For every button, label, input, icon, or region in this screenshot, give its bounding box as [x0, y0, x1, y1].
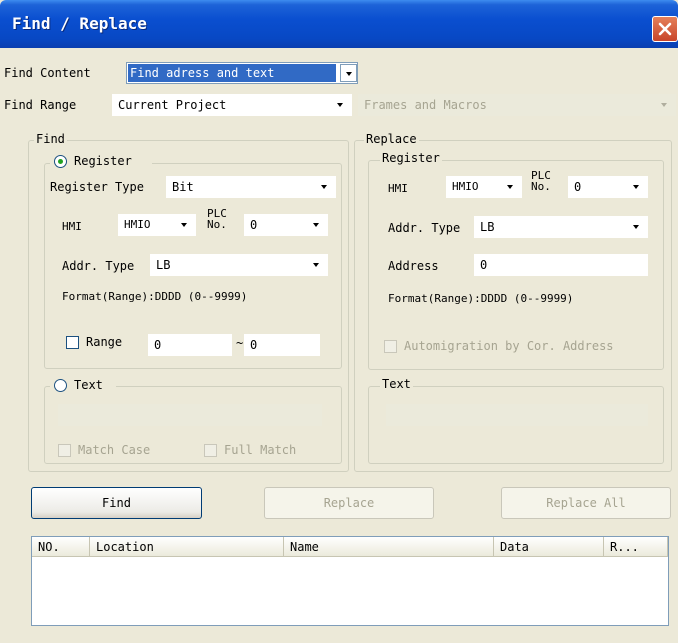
- chevron-down-icon[interactable]: [332, 96, 349, 114]
- range-label: Range: [86, 335, 123, 349]
- column-header-data[interactable]: Data: [494, 537, 604, 557]
- range-to-input[interactable]: 0: [244, 334, 320, 356]
- register-radio[interactable]: [54, 155, 67, 168]
- replace-addr-type-dropdown[interactable]: LB: [474, 216, 648, 238]
- chevron-down-icon[interactable]: [340, 64, 357, 82]
- find-replace-dialog: Find / Replace Find Content Find adress …: [0, 0, 678, 643]
- automigration-checkbox: [384, 340, 397, 353]
- full-match-checkbox: [204, 444, 217, 457]
- close-icon: [658, 22, 672, 36]
- range-separator: ~: [236, 336, 244, 350]
- find-range-label: Find Range: [4, 98, 77, 112]
- replace-format-text: Format(Range):DDDD (0--9999): [388, 292, 574, 305]
- address-label: Address: [388, 259, 439, 273]
- replace-plc-label: PLC No.: [531, 170, 551, 192]
- replace-text-legend: Text: [380, 377, 413, 391]
- replace-plc-label-line2: No.: [531, 180, 551, 193]
- replace-hmi-value: HMIO: [452, 180, 479, 193]
- find-format-text: Format(Range):DDDD (0--9999): [62, 290, 248, 303]
- chevron-down-icon[interactable]: [308, 256, 325, 274]
- replace-register-legend: Register: [380, 151, 442, 165]
- plc-no-value: 0: [250, 218, 258, 232]
- chevron-down-icon[interactable]: [502, 178, 519, 196]
- replace-addr-type-label: Addr. Type: [388, 221, 461, 235]
- chevron-down-icon: [656, 96, 673, 114]
- plc-label: PLC No.: [207, 208, 227, 230]
- chevron-down-icon[interactable]: [308, 216, 325, 234]
- chevron-down-icon[interactable]: [176, 216, 193, 234]
- addr-type-dropdown[interactable]: LB: [150, 254, 328, 276]
- find-scope-dropdown: Frames and Macros: [358, 94, 676, 116]
- replace-plc-no-value: 0: [574, 180, 582, 194]
- replace-plc-no-dropdown[interactable]: 0: [568, 176, 648, 198]
- window-title: Find / Replace: [12, 14, 147, 33]
- register-type-value: Bit: [172, 180, 194, 194]
- replace-text-input: [386, 404, 648, 426]
- register-type-dropdown[interactable]: Bit: [166, 176, 336, 198]
- range-to-value: 0: [250, 338, 258, 352]
- column-header-location[interactable]: Location: [90, 537, 284, 557]
- range-from-input[interactable]: 0: [148, 334, 232, 356]
- replace-addr-type-value: LB: [480, 220, 495, 234]
- replace-group-legend: Replace: [364, 132, 419, 146]
- match-case-label: Match Case: [78, 443, 151, 457]
- find-button[interactable]: Find: [31, 487, 202, 519]
- find-content-value: Find adress and text: [127, 63, 337, 83]
- find-scope-value: Frames and Macros: [364, 98, 487, 112]
- match-case-checkbox: [58, 444, 71, 457]
- address-value: 0: [480, 258, 488, 272]
- find-range-dropdown[interactable]: Current Project: [112, 94, 352, 116]
- find-text-label: Text: [74, 378, 103, 392]
- replace-all-button: Replace All: [501, 487, 671, 519]
- range-from-value: 0: [154, 338, 162, 352]
- automigration-label: Automigration by Cor. Address: [404, 339, 614, 353]
- chevron-down-icon[interactable]: [316, 178, 333, 196]
- find-group-legend: Find: [34, 132, 67, 146]
- results-list[interactable]: NO. Location Name Data R...: [31, 536, 669, 626]
- close-button[interactable]: [652, 16, 678, 42]
- addr-type-label: Addr. Type: [62, 259, 135, 273]
- column-header-r[interactable]: R...: [604, 537, 668, 557]
- find-text-legend: Text: [50, 377, 116, 395]
- find-content-label: Find Content: [4, 66, 91, 80]
- plc-label-line2: No.: [207, 218, 227, 231]
- column-header-name[interactable]: Name: [284, 537, 494, 557]
- replace-hmi-label: HMI: [388, 182, 408, 195]
- find-register-label: Register: [74, 154, 132, 168]
- results-header: NO. Location Name Data R...: [32, 537, 668, 557]
- column-header-no[interactable]: NO.: [32, 537, 90, 557]
- plc-no-dropdown[interactable]: 0: [244, 214, 328, 236]
- chevron-down-icon[interactable]: [628, 178, 645, 196]
- find-range-value: Current Project: [118, 98, 227, 112]
- replace-hmi-dropdown[interactable]: HMIO: [446, 176, 522, 198]
- hmi-dropdown[interactable]: HMIO: [118, 214, 196, 236]
- find-content-dropdown[interactable]: Find adress and text: [126, 62, 358, 84]
- replace-button: Replace: [264, 487, 434, 519]
- chevron-down-icon[interactable]: [628, 218, 645, 236]
- title-bar[interactable]: Find / Replace: [0, 0, 678, 48]
- find-text-input: [58, 404, 322, 426]
- register-type-label: Register Type: [50, 180, 144, 194]
- hmi-label: HMI: [62, 220, 82, 233]
- addr-type-value: LB: [156, 258, 171, 272]
- range-checkbox[interactable]: [66, 336, 79, 349]
- address-input[interactable]: 0: [474, 254, 648, 276]
- hmi-value: HMIO: [124, 218, 151, 231]
- full-match-label: Full Match: [224, 443, 297, 457]
- text-radio[interactable]: [54, 379, 67, 392]
- find-register-legend: Register: [50, 153, 152, 171]
